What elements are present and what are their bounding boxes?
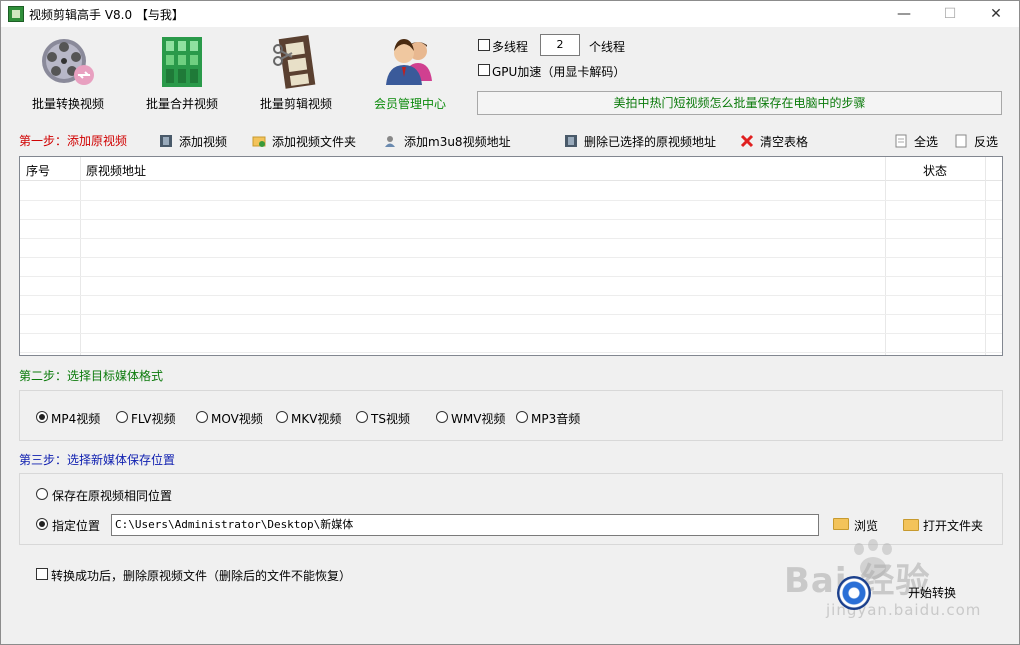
save-path-input[interactable]: C:\Users\Administrator\Desktop\新媒体	[111, 514, 819, 536]
film-delete-icon	[565, 135, 577, 147]
column-source-url[interactable]: 原视频地址	[86, 162, 146, 179]
open-folder-icon	[903, 519, 919, 531]
batch-edit-button[interactable]: 批量剪辑视频	[241, 33, 351, 113]
batch-edit-label: 批量剪辑视频	[259, 97, 332, 111]
batch-convert-button[interactable]: 批量转换视频	[13, 33, 123, 113]
step1-title: 第一步：添加原视频	[19, 134, 128, 148]
format-radio-wmv[interactable]	[436, 411, 448, 423]
user-link-icon	[385, 136, 395, 147]
film-reel-icon	[42, 39, 94, 85]
format-label-mkv: MKV视频	[291, 412, 342, 426]
clear-table-label: 清空表格	[760, 135, 809, 149]
app-logo-icon	[8, 6, 24, 22]
users-icon	[386, 39, 432, 85]
select-all-label: 全选	[914, 135, 939, 149]
table-row-line	[20, 276, 1002, 277]
thread-count-input[interactable]: 2	[540, 34, 580, 56]
format-radio-mkv[interactable]	[276, 411, 288, 423]
table-row-line	[20, 257, 1002, 258]
minimize-button[interactable]: —	[881, 1, 927, 27]
gpu-checkbox[interactable]	[478, 64, 490, 76]
table-row-line	[20, 314, 1002, 315]
browse-folder-icon	[833, 518, 849, 530]
gpu-label: GPU加速（用显卡解码）	[492, 65, 626, 79]
marquee-banner: 美拍中热门短视频怎么批量保存在电脑中的步骤	[477, 91, 1002, 115]
custom-location-radio[interactable]	[36, 518, 48, 530]
format-radio-flv[interactable]	[116, 411, 128, 423]
film-strip-scissors-icon	[273, 35, 316, 89]
batch-merge-button[interactable]: 批量合并视频	[127, 33, 237, 113]
film-icon	[160, 135, 172, 147]
open-folder-button[interactable]: 打开文件夹	[923, 517, 983, 534]
delete-selected-label: 删除已选择的原视频地址	[584, 135, 717, 149]
table-row-line	[20, 219, 1002, 220]
format-label-wmv: WMV视频	[451, 412, 506, 426]
format-label-mp4: MP4视频	[51, 412, 101, 426]
add-video-label: 添加视频	[179, 135, 228, 149]
browse-button[interactable]: 浏览	[854, 517, 878, 534]
column-status[interactable]: 状态	[923, 162, 947, 179]
close-button[interactable]: ✕	[973, 1, 1019, 27]
format-label-mov: MOV视频	[211, 412, 263, 426]
thread-unit-label: 个线程	[589, 40, 626, 54]
video-table[interactable]: 序号 原视频地址 状态	[19, 156, 1003, 356]
member-center-label: 会员管理中心	[373, 97, 446, 111]
folder-add-icon	[252, 136, 266, 147]
custom-location-label: 指定位置	[52, 519, 101, 533]
multithread-label: 多线程	[492, 40, 529, 54]
table-row-line	[20, 295, 1002, 296]
maximize-button[interactable]: ☐	[927, 1, 973, 27]
format-radio-mp3[interactable]	[516, 411, 528, 423]
app-window: 视频剪辑高手 V8.0 【与我】 — ☐ ✕ 批量转换视频 批量合并视频 批量剪…	[0, 0, 1020, 645]
format-label-ts: TS视频	[371, 412, 410, 426]
table-row-line	[20, 238, 1002, 239]
batch-merge-label: 批量合并视频	[145, 97, 218, 111]
batch-convert-label: 批量转换视频	[31, 97, 104, 111]
start-convert-button[interactable]: 开始转换	[908, 584, 956, 601]
invert-selection-label: 反选	[974, 135, 999, 149]
format-radio-ts[interactable]	[356, 411, 368, 423]
table-row-line	[20, 200, 1002, 201]
table-header: 序号 原视频地址 状态	[20, 157, 1002, 181]
format-label-flv: FLV视频	[131, 412, 176, 426]
add-m3u8-label: 添加m3u8视频地址	[404, 135, 511, 149]
merge-grid-icon	[162, 37, 202, 87]
column-index[interactable]: 序号	[26, 162, 50, 179]
start-convert-icon[interactable]	[837, 576, 871, 610]
step2-title: 第二步：选择目标媒体格式	[19, 369, 164, 383]
delete-after-label: 转换成功后，删除原视频文件（删除后的文件不能恢复）	[51, 569, 352, 583]
delete-after-checkbox[interactable]	[36, 568, 48, 580]
blank-document-icon	[955, 134, 967, 148]
title-bar: 视频剪辑高手 V8.0 【与我】 — ☐ ✕	[1, 1, 1019, 27]
same-location-label: 保存在原视频相同位置	[52, 489, 173, 503]
document-icon	[895, 134, 907, 148]
format-radio-mp4[interactable]	[36, 411, 48, 423]
window-title: 视频剪辑高手 V8.0 【与我】	[29, 8, 184, 22]
add-folder-label: 添加视频文件夹	[272, 135, 357, 149]
step3-title: 第三步：选择新媒体保存位置	[19, 453, 176, 467]
multithread-checkbox[interactable]	[478, 39, 490, 51]
format-radio-mov[interactable]	[196, 411, 208, 423]
member-center-button[interactable]: 会员管理中心	[355, 33, 465, 113]
baidu-watermark: Bai 经验 jingyan.baidu.com	[776, 539, 1006, 629]
red-x-icon	[740, 134, 754, 148]
table-row-line	[20, 352, 1002, 353]
format-label-mp3: MP3音频	[531, 412, 581, 426]
paw-toe	[868, 539, 878, 551]
same-location-radio[interactable]	[36, 488, 48, 500]
table-row-line	[20, 333, 1002, 334]
